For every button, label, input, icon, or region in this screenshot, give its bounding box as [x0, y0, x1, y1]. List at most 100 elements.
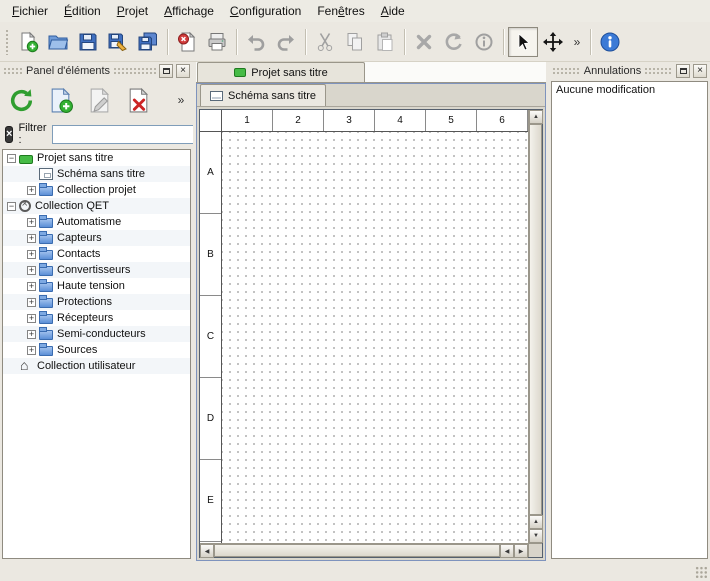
toolbar-drag-handle[interactable]: [5, 29, 10, 55]
resize-grip[interactable]: [695, 566, 708, 579]
tree-item[interactable]: Semi-conducteurs: [3, 326, 190, 342]
vertical-scroll-thumb[interactable]: [529, 124, 542, 515]
undo-button[interactable]: [241, 27, 271, 57]
scroll-up-button[interactable]: ▲: [529, 515, 543, 529]
tree-item[interactable]: Sources: [3, 342, 190, 358]
save-all-button[interactable]: [133, 27, 163, 57]
undo-empty-entry[interactable]: Aucune modification: [552, 82, 707, 98]
toolbar-overflow-button[interactable]: »: [568, 27, 586, 57]
filter-input[interactable]: [52, 125, 202, 144]
open-file-button[interactable]: [43, 27, 73, 57]
tree-item-label: Sources: [57, 344, 97, 356]
scroll-down-button[interactable]: ▼: [529, 529, 543, 543]
scroll-up-button[interactable]: ▲: [529, 110, 543, 124]
tree-expander-icon[interactable]: [7, 154, 16, 163]
scroll-left-button[interactable]: ◀: [200, 544, 214, 558]
menu-item[interactable]: Fichier: [4, 1, 56, 21]
dock-close-button[interactable]: ×: [176, 64, 190, 78]
filter-label: Filtrer :: [18, 122, 46, 146]
tree-expander-icon[interactable]: [27, 250, 36, 259]
dock-drag-handle[interactable]: [552, 67, 581, 75]
tree-item[interactable]: Protections: [3, 294, 190, 310]
copy-button[interactable]: [340, 27, 370, 57]
dock-close-button[interactable]: ×: [693, 64, 707, 78]
menu-item[interactable]: Affichage: [156, 1, 222, 21]
horizontal-scrollbar[interactable]: ◀ ◀ ▶: [200, 543, 528, 557]
redo-button[interactable]: [271, 27, 301, 57]
tree-item-label: Haute tension: [57, 280, 125, 292]
dock-float-button[interactable]: [159, 64, 173, 78]
panel-overflow-button[interactable]: »: [173, 85, 189, 115]
menu-item[interactable]: Projet: [109, 1, 156, 21]
tree-expander-icon[interactable]: [7, 202, 16, 211]
row-ruler: A B C D E: [200, 132, 222, 543]
tree-expander-icon[interactable]: [27, 186, 36, 195]
arrow-up-icon: ▲: [533, 519, 539, 525]
menu-item[interactable]: Fenêtres: [309, 1, 372, 21]
tree-item-label: Schéma sans titre: [57, 168, 145, 180]
delete-element-icon: [125, 87, 152, 114]
cut-button[interactable]: [310, 27, 340, 57]
pan-mode-button[interactable]: [538, 27, 568, 57]
row-label: E: [200, 460, 221, 542]
tree-item[interactable]: Collection QET: [3, 198, 190, 214]
tree-item[interactable]: Automatisme: [3, 214, 190, 230]
tree-expander-icon[interactable]: [27, 346, 36, 355]
tree-expander-icon[interactable]: [27, 298, 36, 307]
tree-item[interactable]: Collection projet: [3, 182, 190, 198]
scroll-right-button[interactable]: ▶: [514, 544, 528, 558]
delete-element-button[interactable]: [121, 83, 155, 117]
tree-expander-icon[interactable]: [27, 234, 36, 243]
schema-tab[interactable]: Schéma sans titre: [200, 84, 326, 106]
tree-expander-icon[interactable]: [27, 330, 36, 339]
diagram-canvas[interactable]: [222, 132, 528, 543]
tree-item-label: Protections: [57, 296, 112, 308]
vertical-scrollbar[interactable]: ▲ ▲ ▼: [528, 110, 542, 543]
menu-item[interactable]: Édition: [56, 1, 109, 21]
tree-item[interactable]: Schéma sans titre: [3, 166, 190, 182]
tree-expander-icon[interactable]: [27, 282, 36, 291]
tree-item[interactable]: Collection utilisateur: [3, 358, 190, 374]
dock-float-button[interactable]: [676, 64, 690, 78]
new-element-button[interactable]: [43, 83, 77, 117]
project-tab[interactable]: Projet sans titre: [197, 62, 365, 82]
dock-drag-handle[interactable]: [3, 67, 23, 75]
selection-mode-button[interactable]: [508, 27, 538, 57]
tree-item[interactable]: Haute tension: [3, 278, 190, 294]
print-button[interactable]: [202, 27, 232, 57]
reload-collections-button[interactable]: [4, 83, 38, 117]
save-file-as-button[interactable]: [103, 27, 133, 57]
paste-button[interactable]: [370, 27, 400, 57]
edit-element-button[interactable]: [82, 83, 116, 117]
horizontal-scroll-thumb[interactable]: [214, 544, 500, 557]
project-icon: [234, 68, 246, 77]
open-file-icon: [47, 31, 69, 53]
tree-item[interactable]: Convertisseurs: [3, 262, 190, 278]
scroll-left-button[interactable]: ◀: [500, 544, 514, 558]
move-icon: [542, 31, 564, 53]
new-file-button[interactable]: [13, 27, 43, 57]
save-file-button[interactable]: [73, 27, 103, 57]
undo-titlebar: Annulations ×: [549, 62, 710, 79]
dock-drag-handle[interactable]: [113, 67, 156, 75]
tree-expander-icon[interactable]: [27, 314, 36, 323]
tree-item-label: Contacts: [57, 248, 100, 260]
element-panel-title: Panel d'éléments: [26, 65, 110, 77]
clear-filter-button[interactable]: ×: [5, 126, 13, 143]
dock-drag-handle[interactable]: [644, 67, 673, 75]
tree-item-icon: [39, 250, 53, 260]
about-qet-button[interactable]: [595, 27, 625, 57]
tree-item[interactable]: Contacts: [3, 246, 190, 262]
tree-expander-icon[interactable]: [27, 218, 36, 227]
menu-item[interactable]: Aide: [373, 1, 413, 21]
close-file-button[interactable]: [172, 27, 202, 57]
delete-button[interactable]: [409, 27, 439, 57]
tree-item[interactable]: Récepteurs: [3, 310, 190, 326]
tree-item[interactable]: Projet sans titre: [3, 150, 190, 166]
tree-item[interactable]: Capteurs: [3, 230, 190, 246]
tree-expander-icon[interactable]: [27, 266, 36, 275]
element-info-button[interactable]: [469, 27, 499, 57]
rotate-button[interactable]: [439, 27, 469, 57]
menu-item[interactable]: Configuration: [222, 1, 309, 21]
info-blue-icon: [599, 31, 621, 53]
